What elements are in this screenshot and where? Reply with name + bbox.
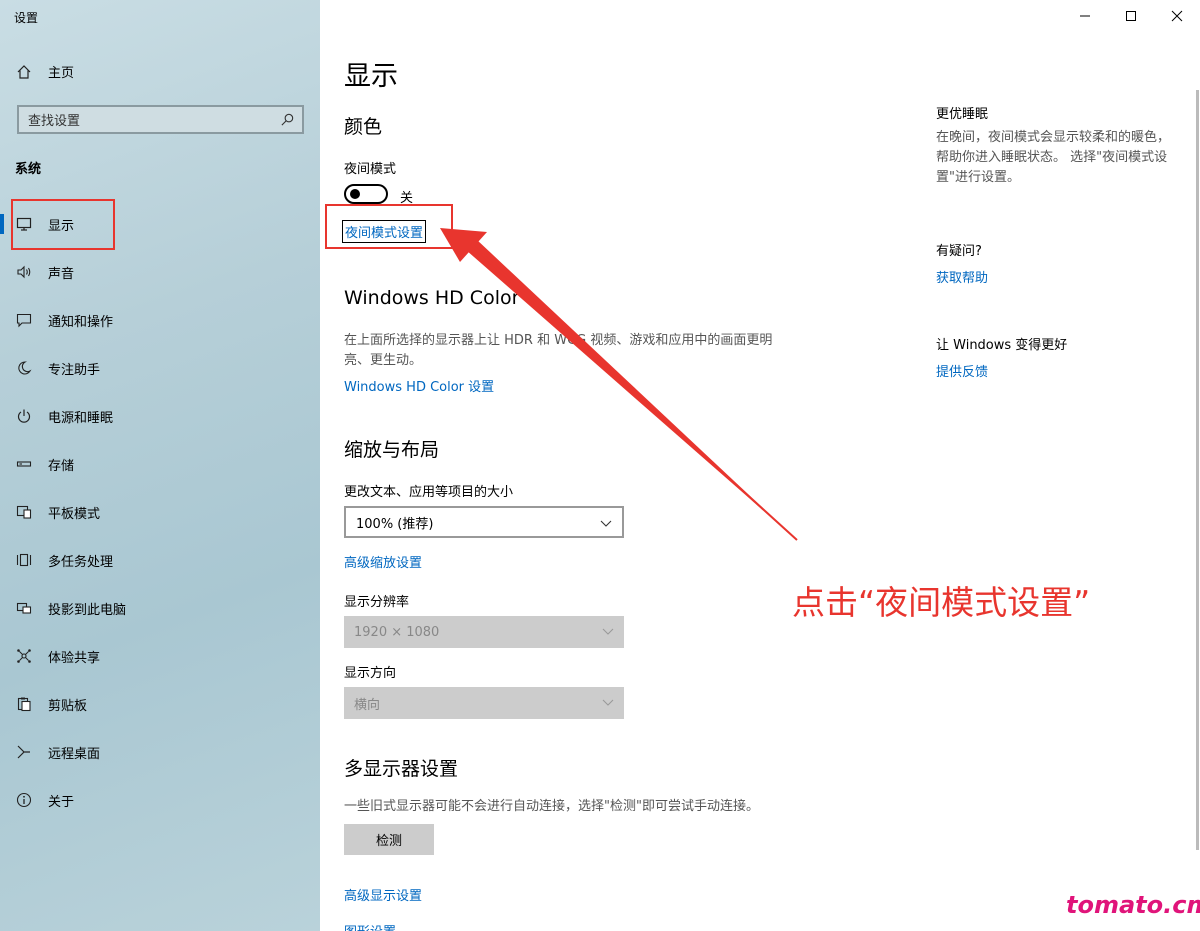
- share-icon: [17, 649, 31, 663]
- scrollbar[interactable]: [1196, 90, 1199, 850]
- multi-display-description: 一些旧式显示器可能不会进行自动连接，选择"检测"即可尝试手动连接。: [344, 799, 759, 814]
- get-help-link[interactable]: 获取帮助: [936, 267, 988, 286]
- hd-color-description: 在上面所选择的显示器上让 HDR 和 WCG 视频、游戏和应用中的画面更明亮、更…: [344, 333, 773, 368]
- app-title: 设置: [14, 11, 39, 25]
- sidebar-item-label: 剪贴板: [48, 698, 88, 714]
- sidebar-item-focus-assist[interactable]: 专注助手: [0, 344, 320, 392]
- message-icon: [16, 313, 32, 328]
- scale-label: 更改文本、应用等项目的大小: [344, 485, 514, 500]
- sidebar-item-power-sleep[interactable]: 电源和睡眠: [0, 392, 320, 440]
- sidebar-item-multitasking[interactable]: 多任务处理: [0, 536, 320, 584]
- toggle-knob: [350, 189, 360, 199]
- speaker-icon: [17, 265, 31, 279]
- sidebar-item-label: 存储: [48, 458, 75, 474]
- minimize-icon: [1080, 15, 1090, 17]
- sidebar-item-sound[interactable]: 声音: [0, 248, 320, 296]
- resolution-label: 显示分辨率: [344, 595, 410, 610]
- resolution-value: 1920 × 1080: [354, 624, 440, 640]
- close-icon: [1171, 10, 1183, 22]
- sidebar-item-about[interactable]: 关于: [0, 776, 320, 824]
- sidebar-item-tablet-mode[interactable]: 平板模式: [0, 488, 320, 536]
- home-link[interactable]: 主页: [16, 62, 74, 81]
- monitor-icon: [16, 217, 32, 231]
- scale-dropdown[interactable]: 100% (推荐): [344, 506, 624, 538]
- sidebar-item-display[interactable]: 显示: [0, 200, 320, 248]
- search-input[interactable]: 查找设置: [17, 105, 304, 134]
- sidebar-item-project-to-pc[interactable]: 投影到此电脑: [0, 584, 320, 632]
- better-sleep-title: 更优睡眠: [936, 107, 989, 122]
- sidebar-item-notifications[interactable]: 通知和操作: [0, 296, 320, 344]
- nav-list: 显示 声音 通知和操作 专注助手 电源和睡眠 存储 平板模式 多任务处理 投影到…: [0, 200, 320, 824]
- maximize-icon: [1126, 11, 1136, 21]
- sidebar-item-label: 关于: [48, 794, 75, 810]
- sidebar-item-label: 多任务处理: [48, 554, 114, 570]
- watermark: tomato.cm: [1066, 891, 1200, 919]
- clipboard-icon: [17, 697, 31, 712]
- search-placeholder: 查找设置: [28, 114, 81, 129]
- project-icon: [16, 602, 32, 614]
- orientation-value: 横向: [354, 697, 381, 713]
- sidebar-item-label: 声音: [48, 266, 75, 282]
- sidebar-item-label: 专注助手: [48, 362, 101, 378]
- chevron-down-icon: [602, 628, 614, 635]
- section-label: 系统: [15, 162, 42, 177]
- home-icon: [17, 64, 31, 79]
- advanced-scaling-link[interactable]: 高级缩放设置: [344, 552, 422, 571]
- sidebar-item-label: 平板模式: [48, 506, 101, 522]
- advanced-display-link[interactable]: 高级显示设置: [344, 885, 422, 904]
- maximize-button[interactable]: [1108, 0, 1154, 32]
- chevron-down-icon: [602, 699, 614, 706]
- moon-icon: [18, 361, 32, 375]
- power-icon: [17, 409, 31, 423]
- sidebar-item-clipboard[interactable]: 剪贴板: [0, 680, 320, 728]
- sidebar-item-label: 远程桌面: [48, 746, 101, 762]
- home-label: 主页: [48, 66, 75, 81]
- scale-value: 100% (推荐): [356, 516, 434, 532]
- info-icon: [16, 792, 32, 808]
- better-sleep-description: 在晚间，夜间模式会显示较柔和的暖色，帮助你进入睡眠状态。 选择"夜间模式设置"进…: [936, 130, 1171, 185]
- sidebar-item-storage[interactable]: 存储: [0, 440, 320, 488]
- sidebar-item-label: 电源和睡眠: [48, 410, 114, 426]
- minimize-button[interactable]: [1062, 0, 1108, 32]
- search-icon[interactable]: [280, 112, 295, 127]
- remote-icon: [17, 745, 30, 759]
- chevron-down-icon: [600, 520, 612, 527]
- sidebar-item-shared-experiences[interactable]: 体验共享: [0, 632, 320, 680]
- orientation-dropdown[interactable]: 横向: [344, 687, 624, 719]
- feedback-link[interactable]: 提供反馈: [936, 361, 988, 380]
- multi-display-heading: 多显示器设置: [344, 758, 459, 780]
- sidebar-item-label: 投影到此电脑: [48, 602, 127, 618]
- sidebar: 设置 主页 查找设置 系统 显示 声音 通知和操作 专注助手 电源和睡眠 存储 …: [0, 0, 320, 931]
- night-mode-toggle[interactable]: [344, 184, 388, 204]
- orientation-label: 显示方向: [344, 666, 397, 681]
- sidebar-item-label: 通知和操作: [48, 314, 114, 330]
- night-mode-label: 夜间模式: [344, 162, 397, 177]
- drive-icon: [16, 461, 32, 467]
- tablet-icon: [16, 505, 32, 519]
- main-content: 显示 颜色 夜间模式 关 夜间模式设置 Windows HD Color 在上面…: [325, 0, 904, 931]
- night-mode-settings-link[interactable]: 夜间模式设置: [342, 220, 427, 243]
- hd-color-heading: Windows HD Color: [344, 287, 520, 309]
- page-title: 显示: [344, 61, 398, 92]
- question-title: 有疑问?: [936, 244, 982, 259]
- multitask-icon: [16, 553, 32, 567]
- detect-button[interactable]: 检测: [344, 824, 434, 855]
- improve-windows-title: 让 Windows 变得更好: [936, 338, 1068, 353]
- color-heading: 颜色: [344, 116, 383, 138]
- hd-color-settings-link[interactable]: Windows HD Color 设置: [344, 376, 494, 395]
- graphics-settings-link[interactable]: 图形设置: [344, 921, 396, 931]
- sidebar-item-remote-desktop[interactable]: 远程桌面: [0, 728, 320, 776]
- sidebar-item-label: 体验共享: [48, 650, 101, 666]
- resolution-dropdown[interactable]: 1920 × 1080: [344, 616, 624, 648]
- scale-layout-heading: 缩放与布局: [344, 439, 440, 461]
- annotation-text: 点击“夜间模式设置”: [792, 583, 1091, 622]
- close-button[interactable]: [1154, 0, 1200, 32]
- window-controls: [1062, 0, 1200, 32]
- sidebar-item-label: 显示: [48, 218, 75, 234]
